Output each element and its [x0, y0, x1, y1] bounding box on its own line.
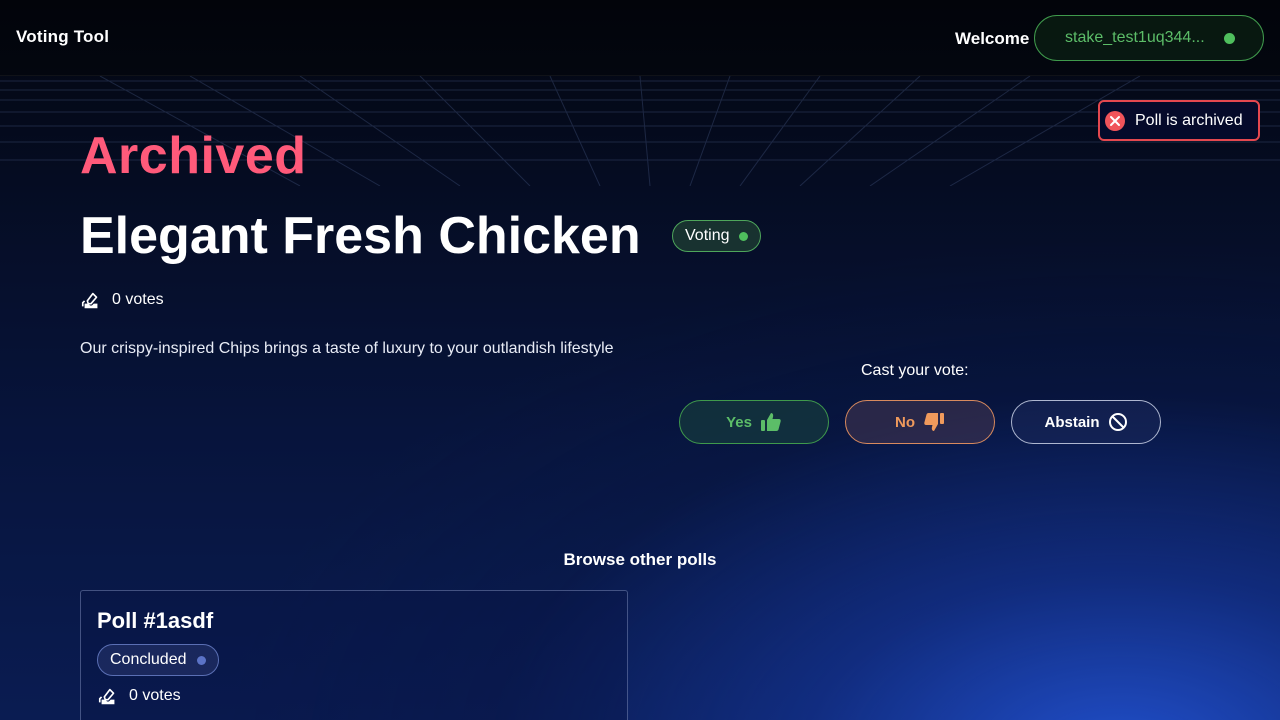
yes-label: Yes	[726, 413, 752, 431]
browse-polls-heading: Browse other polls	[563, 550, 717, 569]
ballot-box-icon	[98, 688, 115, 705]
ballot-box-icon	[81, 292, 98, 309]
app-brand[interactable]: Voting Tool	[16, 27, 109, 47]
welcome-text: Welcome	[955, 29, 1030, 48]
thumbs-up-icon	[760, 413, 781, 431]
badge-label: Voting	[685, 227, 730, 244]
badge-dot	[739, 231, 749, 241]
vote-count-label: 0 votes	[112, 291, 164, 308]
poll-title: Elegant Fresh Chicken	[80, 207, 641, 265]
poll-card-vote-count: 0 votes	[97, 685, 181, 707]
wallet-status-dot	[1224, 33, 1235, 44]
thumbs-down-icon	[924, 413, 944, 431]
poll-card-status-badge: Concluded	[97, 644, 219, 676]
wallet-button[interactable]: stake_test1uq344...	[1034, 15, 1264, 61]
close-circle-icon[interactable]	[1105, 110, 1125, 131]
cast-vote-label: Cast your vote:	[861, 362, 969, 379]
wallet-address: stake_test1uq344...	[1065, 29, 1205, 46]
vote-count: 0 votes	[80, 289, 164, 311]
poll-status-heading: Archived	[80, 127, 307, 185]
poll-status-badge: Voting	[672, 220, 762, 252]
no-label: No	[895, 413, 915, 431]
archived-toast: Poll is archived	[1098, 100, 1260, 141]
vote-no-button[interactable]: No	[845, 400, 995, 444]
poll-card-badge-dot	[196, 655, 206, 665]
toast-message: Poll is archived	[1135, 111, 1243, 129]
poll-card-badge-label: Concluded	[110, 651, 187, 668]
poll-card-title[interactable]: Poll #1asdf	[97, 608, 213, 634]
poll-description: Our crispy-inspired Chips brings a taste…	[80, 340, 614, 357]
abstain-label: Abstain	[1044, 413, 1100, 431]
vote-abstain-button[interactable]: Abstain	[1011, 400, 1161, 444]
poll-card[interactable]: Poll #1asdf Concluded 0 votes	[80, 590, 628, 720]
top-bar: Voting Tool Welcome stake_test1uq344...	[0, 0, 1280, 76]
poll-card-votes-label: 0 votes	[129, 687, 181, 704]
prohibited-icon	[1108, 413, 1127, 431]
vote-yes-button[interactable]: Yes	[679, 400, 829, 444]
